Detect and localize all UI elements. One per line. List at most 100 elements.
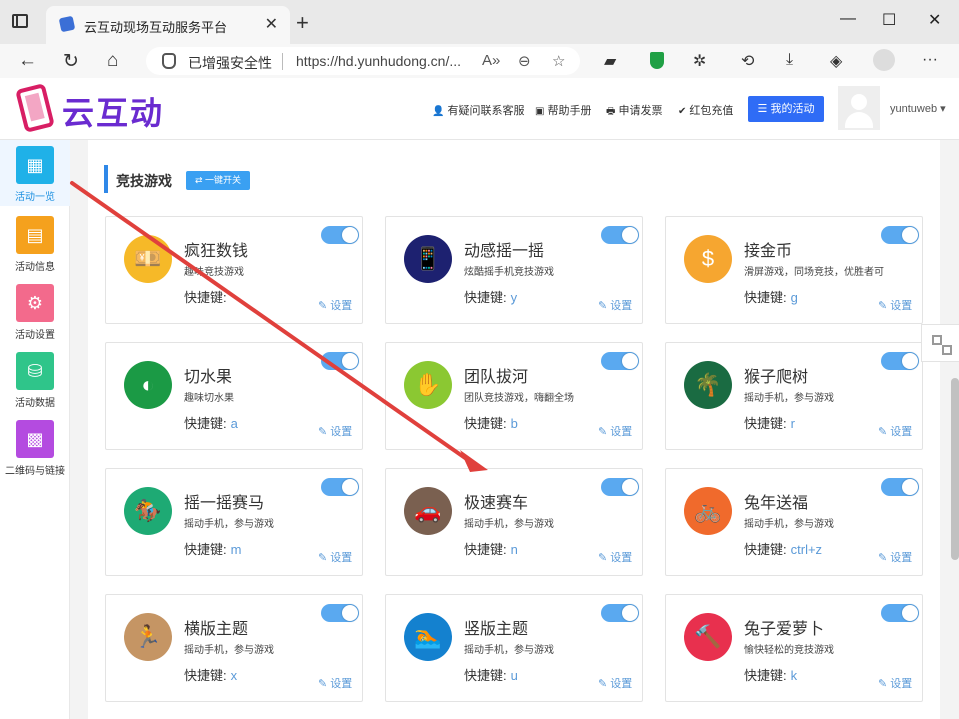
game-settings-link[interactable]: ✎ 设置 — [878, 297, 912, 313]
game-card[interactable]: ✋ 团队拔河 团队竞技游戏，嗨翻全场 快捷键: b ✎ 设置 — [385, 342, 643, 450]
invoice-link[interactable]: 🖶 申请发票 — [606, 102, 662, 121]
sidebar-item-label: 活动数据 — [15, 398, 55, 409]
sidebar-item-activity-settings[interactable]: ⚙ 活动设置 — [0, 278, 70, 344]
home-icon[interactable]: ⌂ — [107, 50, 118, 72]
game-settings-link[interactable]: ✎ 设置 — [878, 423, 912, 439]
car-icon: 🚗 — [404, 487, 452, 535]
lock-icon[interactable] — [162, 53, 176, 69]
url-text[interactable]: https://hd.yunhudong.cn/... — [296, 53, 461, 69]
adblock-shield-icon[interactable] — [650, 52, 664, 69]
game-card[interactable]: 🏃 横版主题 摇动手机，参与游戏 快捷键: x ✎ 设置 — [105, 594, 363, 702]
game-toggle-switch[interactable] — [881, 478, 919, 496]
game-description: 摇动手机，参与游戏 — [744, 393, 834, 404]
tab-actions-icon[interactable] — [12, 14, 28, 28]
game-settings-link[interactable]: ✎ 设置 — [318, 549, 352, 565]
hotkey-value: a — [230, 416, 238, 431]
game-toggle-switch[interactable] — [881, 352, 919, 370]
coin-stack-icon: $ — [684, 235, 732, 283]
game-card[interactable]: 📱 动感摇一摇 炫酷摇手机竞技游戏 快捷键: y ✎ 设置 — [385, 216, 643, 324]
game-toggle-switch[interactable] — [601, 604, 639, 622]
game-toggle-switch[interactable] — [321, 478, 359, 496]
browser-tab-bar: 云互动现场互动服务平台 ✕ + — ☐ ✕ — [0, 0, 959, 44]
history-icon[interactable]: ⟲ — [741, 51, 754, 71]
qrcode-float-icon[interactable] — [921, 324, 959, 362]
game-card[interactable]: 💴 疯狂数钱 趣味竞技游戏 快捷键: ✎ 设置 — [105, 216, 363, 324]
sidebar-item-activity-overview[interactable]: ▦ 活动一览 — [0, 140, 70, 206]
window-close-icon[interactable]: ✕ — [928, 10, 941, 30]
game-card[interactable]: 🏇 摇一摇赛马 摇动手机，参与游戏 快捷键: m ✎ 设置 — [105, 468, 363, 576]
game-settings-link[interactable]: ✎ 设置 — [318, 675, 352, 691]
game-toggle-switch[interactable] — [881, 226, 919, 244]
username-dropdown[interactable]: yuntuweb ▾ — [890, 102, 946, 115]
security-label[interactable]: 已增强安全性 — [188, 53, 272, 73]
refresh-icon[interactable]: ↻ — [63, 50, 79, 73]
book-icon: ▣ — [535, 106, 545, 117]
sidebar-item-qrcode-links[interactable]: ▩ 二维码与链接 — [0, 414, 70, 480]
back-icon[interactable]: ← — [18, 50, 37, 72]
read-aloud-icon[interactable]: A» — [482, 52, 500, 69]
hotkey: 快捷键: — [184, 290, 227, 305]
hotkey-value: k — [790, 668, 798, 683]
game-name: 动感摇一摇 — [464, 243, 545, 260]
game-settings-link[interactable]: ✎ 设置 — [318, 423, 352, 439]
bicycle-icon: 🚲 — [684, 487, 732, 535]
download-icon[interactable]: ⤓ — [786, 51, 793, 69]
new-tab-button[interactable]: + — [296, 10, 309, 36]
contact-support-link[interactable]: 👤 有疑问联系客服 — [432, 102, 524, 118]
profile-icon[interactable] — [873, 49, 895, 71]
coin-bag-icon: 💴 — [124, 235, 172, 283]
tab-close-button[interactable]: ✕ — [265, 14, 278, 34]
game-toggle-switch[interactable] — [321, 226, 359, 244]
game-toggle-switch[interactable] — [601, 478, 639, 496]
game-toggle-switch[interactable] — [601, 352, 639, 370]
favorite-add-icon[interactable]: ☆ — [552, 52, 565, 70]
maximize-icon[interactable]: ☐ — [882, 10, 896, 30]
game-card[interactable]: 🚗 极速赛车 摇动手机，参与游戏 快捷键: n ✎ 设置 — [385, 468, 643, 576]
browser-tab[interactable]: 云互动现场互动服务平台 ✕ — [46, 6, 290, 44]
redpacket-recharge-link[interactable]: ✔ 红包充值 — [678, 102, 733, 118]
runner-icon: 🏃 — [124, 613, 172, 661]
game-settings-link[interactable]: ✎ 设置 — [598, 549, 632, 565]
hotkey: 快捷键: m — [184, 542, 242, 557]
sidebar-item-label: 活动一览 — [15, 192, 55, 203]
game-description: 滑屏游戏，同场竞技，优胜者可 — [744, 267, 884, 278]
zoom-icon[interactable]: ⊖ — [518, 52, 531, 70]
performance-icon[interactable]: ◈ — [830, 51, 842, 71]
document-icon: ▤ — [16, 216, 54, 254]
game-toggle-switch[interactable] — [321, 604, 359, 622]
grid-icon: ▦ — [16, 146, 54, 184]
game-settings-link[interactable]: ✎ 设置 — [598, 675, 632, 691]
more-menu-icon[interactable]: ··· — [922, 51, 938, 69]
game-card[interactable]: 🚲 兔年送福 摇动手机，参与游戏 快捷键: ctrl+z ✎ 设置 — [665, 468, 923, 576]
collections-icon[interactable]: ▰ — [604, 51, 616, 71]
game-description: 团队竞技游戏，嗨翻全场 — [464, 393, 574, 404]
game-card[interactable]: ◐ 切水果 趣味切水果 快捷键: a ✎ 设置 — [105, 342, 363, 450]
help-manual-link[interactable]: ▣ 帮助手册 — [535, 102, 591, 118]
game-card[interactable]: 🏊 竖版主题 摇动手机，参与游戏 快捷键: u ✎ 设置 — [385, 594, 643, 702]
game-settings-link[interactable]: ✎ 设置 — [878, 549, 912, 565]
scrollbar[interactable] — [951, 378, 959, 560]
game-toggle-switch[interactable] — [601, 226, 639, 244]
game-card[interactable]: 🌴 猴子爬树 摇动手机，参与游戏 快捷键: r ✎ 设置 — [665, 342, 923, 450]
url-field[interactable]: 已增强安全性 https://hd.yunhudong.cn/... A» ⊖ … — [146, 47, 580, 75]
game-settings-link[interactable]: ✎ 设置 — [598, 423, 632, 439]
my-activity-button[interactable]: ☰ 我的活动 — [748, 96, 824, 122]
game-settings-link[interactable]: ✎ 设置 — [598, 297, 632, 313]
minimize-icon[interactable]: — — [840, 10, 856, 28]
hotkey: 快捷键: ctrl+z — [744, 542, 823, 557]
game-card[interactable]: $ 接金币 滑屏游戏，同场竞技，优胜者可 快捷键: g ✎ 设置 — [665, 216, 923, 324]
game-toggle-switch[interactable] — [321, 352, 359, 370]
game-card[interactable]: 🔨 兔子爱萝卜 愉快轻松的竞技游戏 快捷键: k ✎ 设置 — [665, 594, 923, 702]
sidebar-item-activity-data[interactable]: ⛁ 活动数据 — [0, 346, 70, 412]
game-settings-link[interactable]: ✎ 设置 — [878, 675, 912, 691]
game-name: 团队拔河 — [464, 369, 529, 386]
sidebar-item-activity-info[interactable]: ▤ 活动信息 — [0, 210, 70, 276]
game-settings-link[interactable]: ✎ 设置 — [318, 297, 352, 313]
logo-text[interactable]: 云互动 — [62, 88, 164, 134]
extensions-icon[interactable]: ✲ — [693, 51, 706, 71]
avatar[interactable] — [838, 86, 880, 130]
game-name: 竖版主题 — [464, 621, 529, 638]
toggle-all-button[interactable]: ⇄ 一键开关 — [186, 171, 250, 190]
game-toggle-switch[interactable] — [881, 604, 919, 622]
tab-title: 云互动现场互动服务平台 — [84, 20, 228, 35]
